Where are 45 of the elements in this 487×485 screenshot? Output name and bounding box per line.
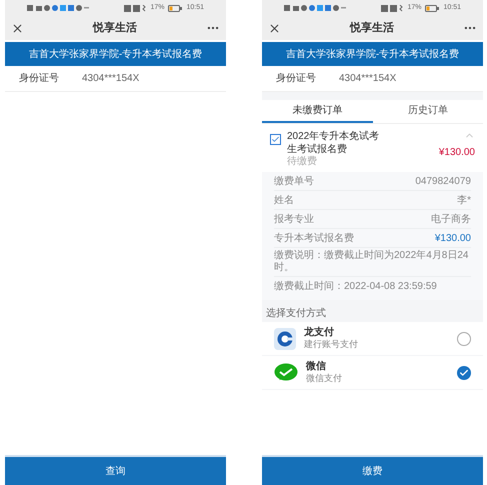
payment-subtitle: 微信支付 (306, 374, 343, 384)
payment-label: 选择支付方式 (265, 306, 327, 320)
bluetooth-icon (142, 4, 146, 11)
order-checkbox[interactable] (270, 134, 281, 145)
banner: 吉首大学张家界学院-专升本考试报名费 (262, 42, 483, 66)
battery-icon (425, 4, 440, 12)
detail-note: 缴费截止时间：2022-04-08 23:59:59 (274, 280, 437, 292)
detail-value: 李* (457, 194, 471, 208)
detail-value: 0479824079 (415, 174, 471, 188)
action-button[interactable]: 缴费 (262, 455, 483, 485)
chat-bubble-icon (274, 362, 298, 382)
check-icon (459, 368, 469, 378)
radio-button[interactable] (457, 332, 471, 346)
check-icon (271, 135, 280, 144)
id-label: 身份证号 (276, 72, 317, 86)
id-value: 4304***154X (339, 72, 396, 86)
payment-option[interactable]: 微信 微信支付 (262, 356, 483, 389)
payment-name: 龙支付 (304, 326, 335, 339)
detail-value: 电子商务 (431, 212, 471, 226)
close-icon[interactable] (11, 22, 24, 34)
detail-label: 缴费单号 (274, 174, 314, 188)
nav-title: 悦享生活 (350, 20, 394, 36)
payment-subtitle: 建行账号支付 (304, 340, 359, 350)
nav-title: 悦享生活 (93, 20, 137, 36)
order-title: 2022年专升本免试考生考试报名费 (287, 130, 380, 156)
detail-label: 报考专业 (274, 212, 314, 226)
detail-label: 姓名 (274, 194, 294, 208)
order-amount: ¥130.00 (438, 146, 475, 160)
id-label: 身份证号 (19, 72, 60, 86)
payment-name: 微信 (306, 360, 327, 373)
tab[interactable]: 未缴费订单 (262, 100, 372, 123)
action-button[interactable]: 查询 (5, 455, 226, 485)
detail-value: ¥130.00 (434, 232, 471, 246)
battery-icon (168, 4, 182, 12)
detail-note: 缴费说明：缴费截止时间为2022年4月8日24时。 (274, 250, 470, 274)
bluetooth-icon (400, 4, 404, 11)
payment-option[interactable]: 龙支付 建行账号支付 (262, 322, 483, 355)
radio-button[interactable] (457, 366, 471, 380)
bank-logo-icon (274, 328, 296, 350)
banner: 吉首大学张家界学院-专升本考试报名费 (5, 42, 226, 66)
close-icon[interactable] (268, 22, 281, 34)
tab[interactable]: 历史订单 (372, 100, 483, 123)
order-status: 待缴费 (287, 156, 318, 168)
detail-label: 专升本考试报名费 (274, 232, 354, 246)
id-value: 4304***154X (82, 72, 140, 86)
